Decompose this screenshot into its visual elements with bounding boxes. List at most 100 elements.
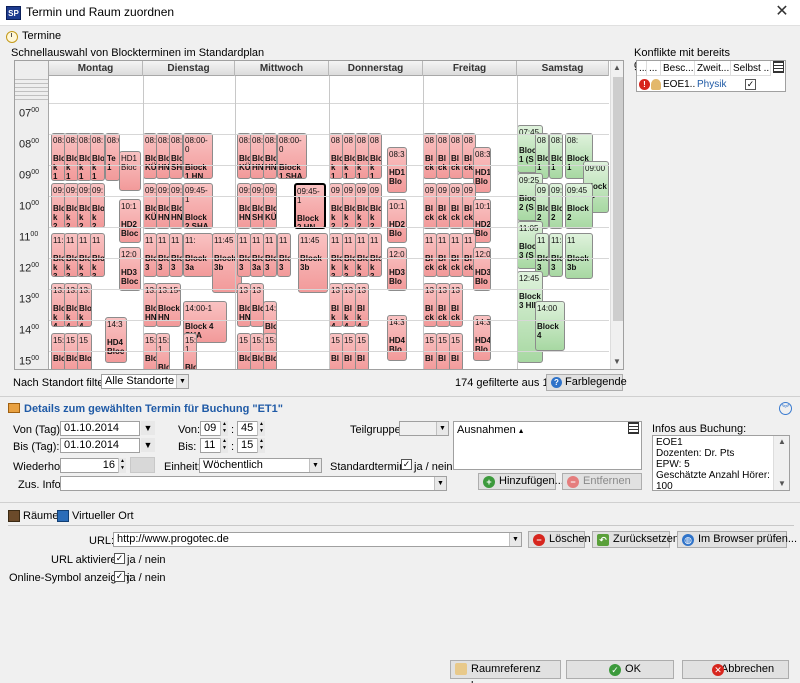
conflicts-header-self[interactable]: Selbst ... bbox=[731, 61, 771, 76]
spinner-icon[interactable]: ▲ ▼ bbox=[257, 438, 265, 453]
ausnahmen-list[interactable]: Ausnahmen ▲ bbox=[453, 421, 642, 470]
schedule-grid[interactable]: 0700 0800 0900 1000 1100 1200 1300 1400 1500 Mon… bbox=[14, 60, 624, 370]
schedule-block[interactable]: 08:0 Te 1 bbox=[105, 133, 120, 181]
schedule-block[interactable]: 08 Blo k 1 bbox=[329, 133, 343, 179]
cancel-button[interactable]: ✕ Abbrechen bbox=[682, 660, 789, 679]
schedule-block[interactable]: 08:3 HD1 Blo bbox=[387, 147, 407, 193]
tab-raeume[interactable]: Räume bbox=[8, 510, 58, 522]
scroll-up-icon[interactable]: ▲ bbox=[613, 63, 621, 72]
schedule-block[interactable]: 08 Bl ck bbox=[436, 133, 450, 179]
column-chooser-icon[interactable] bbox=[773, 61, 784, 73]
ok-button[interactable]: ✓ OK bbox=[566, 660, 674, 679]
bis-tag-field[interactable]: 01.10.2014 bbox=[60, 438, 140, 453]
schedule-block[interactable]: 08: Blo HN bbox=[250, 133, 264, 179]
schedule-block[interactable]: 09: Blo 2 bbox=[549, 183, 563, 229]
schedule-block[interactable]: 09 Blo k 2 bbox=[355, 183, 369, 229]
scroll-up-icon[interactable]: ▲ bbox=[778, 437, 786, 446]
schedule-block[interactable]: 11 Bl ck bbox=[449, 233, 463, 277]
schedule-block[interactable]: 11: Block 3a bbox=[183, 233, 213, 277]
schedule-block[interactable]: 09 Bl ck bbox=[423, 183, 437, 229]
schedule-block[interactable]: 11Blo k 3 bbox=[368, 233, 382, 277]
close-icon[interactable]: ✕ bbox=[770, 2, 794, 22]
schedule-block[interactable]: 11Blo k 3 bbox=[355, 233, 369, 277]
delete-url-button[interactable]: − Löschen bbox=[528, 531, 591, 548]
schedule-block[interactable]: 14:3 HD4 Blo bbox=[387, 315, 407, 361]
schedule-block[interactable]: 09: Blo k 2 bbox=[90, 183, 105, 228]
spinner-icon[interactable]: ▲ ▼ bbox=[257, 421, 265, 436]
schedule-block[interactable]: 12:0 HD3 Blo bbox=[473, 247, 491, 291]
schedule-block[interactable]: 11Blo 3 bbox=[156, 233, 170, 277]
schedule-block[interactable]: 08:Bloc HN bbox=[156, 133, 170, 179]
schedule-block[interactable]: 11Blo k 3 bbox=[342, 233, 356, 277]
scroll-thumb[interactable] bbox=[613, 77, 623, 321]
conflicts-header-2[interactable]: ... bbox=[647, 61, 661, 76]
schedule-block[interactable]: 08 Blo k 1 bbox=[342, 133, 356, 179]
einheit-select[interactable]: Wöchentlich ▼ bbox=[199, 458, 322, 473]
schedule-block[interactable]: 09 Blo k 2 bbox=[329, 183, 343, 229]
conflicts-header-secondary[interactable]: Zweit... bbox=[695, 61, 731, 76]
schedule-block[interactable]: 11Blo 3 bbox=[169, 233, 183, 277]
schedule-block[interactable]: 08 Bl ck bbox=[449, 133, 463, 179]
ausnahmen-header[interactable]: Ausnahmen bbox=[457, 424, 516, 436]
schedule-block[interactable]: 10:1 HD2 Bloc bbox=[119, 199, 141, 243]
column-chooser-icon[interactable] bbox=[628, 422, 639, 434]
teilgruppe-select[interactable]: ▼ bbox=[399, 421, 449, 436]
schedule-block[interactable]: 14:00 Block 4 bbox=[535, 301, 565, 351]
chevron-down-icon[interactable]: ▼ bbox=[309, 459, 321, 472]
schedule-block[interactable]: 08:Bloc KÜN bbox=[143, 133, 157, 179]
color-legend-button[interactable]: ? Farblegende bbox=[546, 374, 627, 391]
schedule-block[interactable]: 09:Bloc HN bbox=[169, 183, 183, 229]
tab-virtueller-ort[interactable]: Virtueller Ort bbox=[57, 510, 134, 522]
schedule-block[interactable]: 10:1 HD2 Blo bbox=[387, 199, 407, 243]
schedule-block[interactable]: 09:45-1 Block 2 SHA bbox=[183, 183, 213, 229]
schedule-block[interactable]: 09 Blo k 2 bbox=[342, 183, 356, 229]
schedule-block[interactable]: 11Blo 3 bbox=[277, 233, 291, 277]
schedule-block[interactable]: 14:3 HD4 Blo bbox=[473, 315, 491, 361]
conflict-desc[interactable]: EOE1... bbox=[661, 77, 695, 92]
schedule-block[interactable]: HD1 Bloc bbox=[119, 151, 141, 191]
calendar-dropdown-icon[interactable]: ▼ bbox=[141, 438, 155, 452]
schedule-block[interactable]: 12:0 HD3 Bloc bbox=[119, 247, 141, 291]
schedule-block[interactable]: 09:Bloc HN bbox=[156, 183, 170, 229]
chevron-down-icon[interactable]: ▼ bbox=[176, 375, 188, 388]
url-activate-checkbox[interactable]: ✓ bbox=[114, 553, 125, 564]
info-box[interactable]: EOE1 Dozenten: Dr. Pts EPW: 5 Geschätzte… bbox=[652, 435, 790, 491]
schedule-block[interactable]: 11 Bl ck bbox=[436, 233, 450, 277]
schedule-block[interactable]: 11Blo 3 bbox=[263, 233, 277, 277]
schedule-block[interactable]: 11Blo k 3 bbox=[329, 233, 343, 277]
schedule-block[interactable]: 09: Blo HN bbox=[237, 183, 251, 229]
info-scrollbar[interactable]: ▲ ▼ bbox=[773, 436, 789, 490]
schedule-block[interactable]: 09 Bl ck bbox=[449, 183, 463, 229]
conflicts-table[interactable]: ... ... Besc... Zweit... Selbst ... ! EO… bbox=[636, 60, 786, 92]
schedule-block[interactable]: 08: Blo 1 bbox=[549, 133, 563, 179]
schedule-block[interactable]: 09: Blo KÜN bbox=[263, 183, 277, 229]
reset-url-button[interactable]: ↶ Zurücksetzen bbox=[592, 531, 679, 548]
collapse-icon[interactable]: ︾ bbox=[779, 402, 792, 415]
schedule-block[interactable]: 09:Bloc KÜN bbox=[143, 183, 157, 229]
schedule-block[interactable]: 11Blo 3 bbox=[237, 233, 251, 277]
chevron-down-icon[interactable]: ▼ bbox=[436, 422, 448, 435]
schedule-block[interactable]: 11Blo 3 bbox=[143, 233, 157, 277]
schedule-block[interactable]: 08:00-0 Block 1 HN bbox=[183, 133, 213, 179]
check-in-browser-button[interactable]: ◍ Im Browser prüfen... bbox=[677, 531, 797, 548]
schedule-block[interactable]: 08: Bloc SHA bbox=[169, 133, 183, 179]
scroll-down-icon[interactable]: ▼ bbox=[613, 357, 621, 366]
schedule-block[interactable]: 08: Blo HN bbox=[263, 133, 277, 179]
schedule-block[interactable]: 08 Bl ck bbox=[423, 133, 437, 179]
schedule-block[interactable]: 09:45 Block 2 bbox=[565, 183, 593, 229]
chevron-down-icon[interactable]: ▼ bbox=[509, 533, 521, 546]
schedule-block[interactable]: 08: Blo k 1 bbox=[90, 133, 105, 181]
spinner-icon[interactable]: ▲ ▼ bbox=[220, 421, 228, 436]
schedule-block[interactable]: 08:00-0 Block 1 SHA bbox=[277, 133, 307, 179]
clear-room-ref-button[interactable]: Raumreferenz leeren bbox=[450, 660, 561, 683]
zusinfo-field[interactable]: ▼ bbox=[60, 476, 447, 491]
spinner-icon[interactable]: ▲ ▼ bbox=[118, 458, 126, 473]
conflict-self-checkbox[interactable]: ✓ bbox=[745, 79, 756, 90]
add-exception-button[interactable]: + Hinzufügen... bbox=[478, 473, 564, 490]
schedule-block[interactable]: 11 Bl ck bbox=[423, 233, 437, 277]
conflict-secondary[interactable]: Physik bbox=[695, 77, 731, 92]
schedule-block[interactable]: 11Blo 3a bbox=[250, 233, 264, 277]
online-symbol-checkbox[interactable]: ✓ bbox=[114, 571, 125, 582]
scroll-down-icon[interactable]: ▼ bbox=[778, 479, 786, 488]
remove-exception-button[interactable]: − Entfernen bbox=[562, 473, 642, 490]
